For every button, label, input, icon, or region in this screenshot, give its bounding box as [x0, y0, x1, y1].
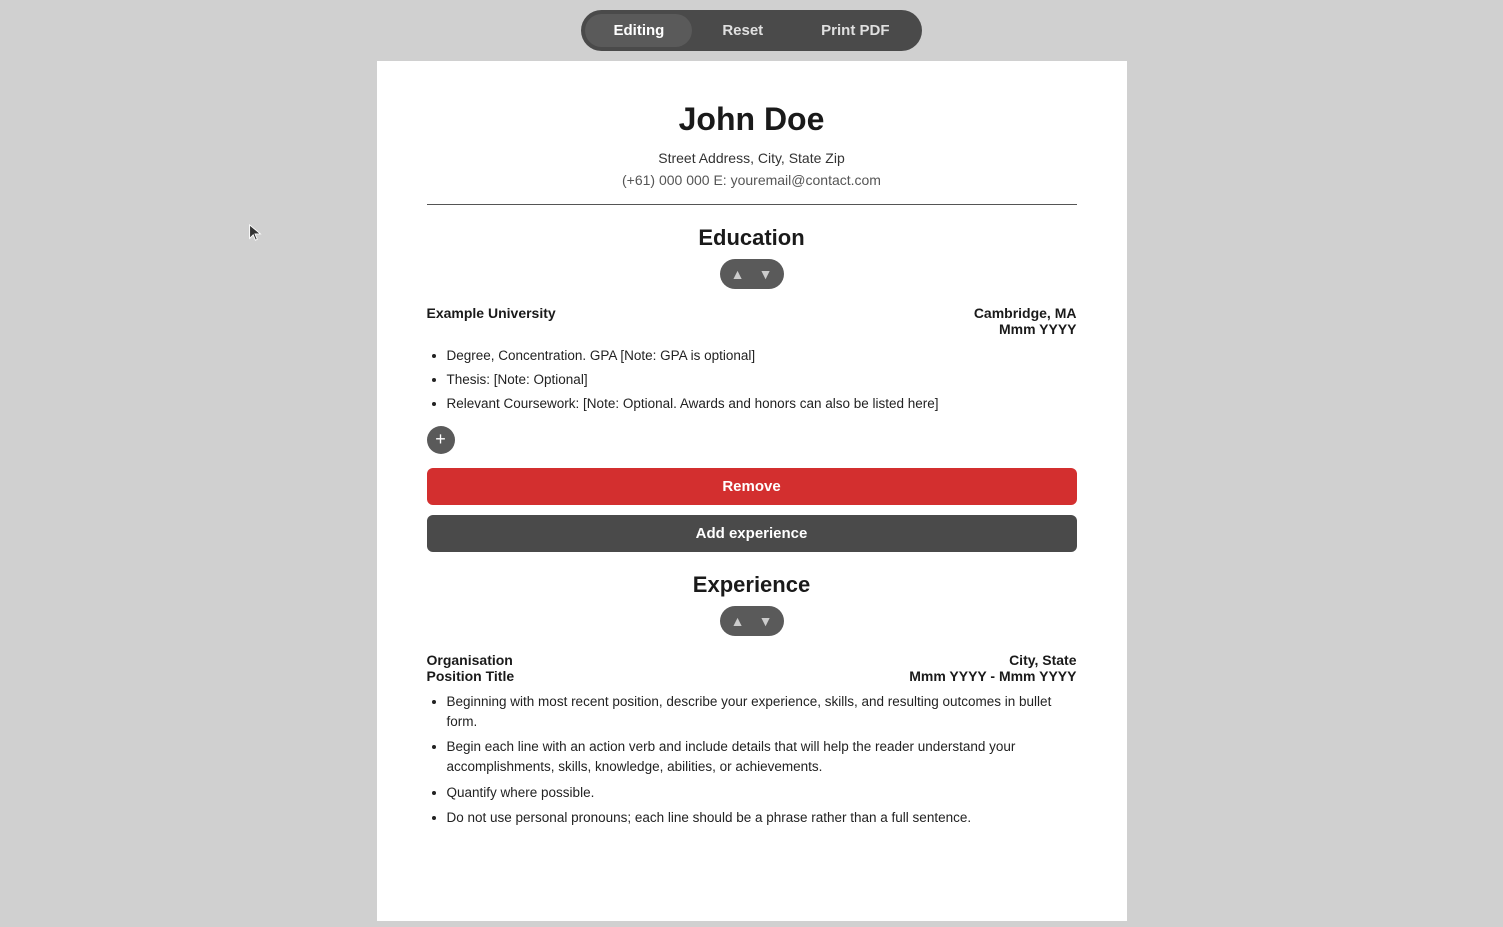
- experience-up-button[interactable]: ▲: [726, 609, 750, 633]
- education-up-button[interactable]: ▲: [726, 262, 750, 286]
- exp-bullet-4[interactable]: Do not use personal pronouns; each line …: [447, 808, 1077, 828]
- experience-controls: ▲ ▼: [427, 606, 1077, 636]
- toolbar: Editing Reset Print PDF: [0, 0, 1503, 61]
- education-bullets: Degree, Concentration. GPA [Note: GPA is…: [447, 347, 1077, 414]
- exp-bullet-1[interactable]: Beginning with most recent position, des…: [447, 692, 1077, 733]
- print-button[interactable]: Print PDF: [793, 14, 917, 47]
- experience-entry-row: Organisation Position Title City, State …: [427, 652, 1077, 684]
- experience-location[interactable]: City, State: [909, 652, 1076, 668]
- resume-divider: [427, 204, 1077, 205]
- education-dates[interactable]: Mmm YYYY: [999, 321, 1077, 337]
- experience-org-position: Organisation Position Title: [427, 652, 515, 684]
- education-controls: ▲ ▼: [427, 259, 1077, 289]
- education-arrow-group: ▲ ▼: [720, 259, 784, 289]
- education-institution[interactable]: Example University: [427, 305, 556, 321]
- experience-organization[interactable]: Organisation: [427, 652, 515, 668]
- add-bullet-button[interactable]: +: [427, 426, 455, 454]
- experience-bullets: Beginning with most recent position, des…: [447, 692, 1077, 829]
- experience-arrow-group: ▲ ▼: [720, 606, 784, 636]
- education-location[interactable]: Cambridge, MA: [974, 305, 1077, 321]
- edu-bullet-2[interactable]: Thesis: [Note: Optional]: [447, 371, 1077, 390]
- toolbar-group: Editing Reset Print PDF: [581, 10, 921, 51]
- experience-dates[interactable]: Mmm YYYY - Mmm YYYY: [909, 668, 1076, 684]
- resume-address[interactable]: Street Address, City, State Zip: [427, 150, 1077, 166]
- resume-contact[interactable]: (+61) 000 000 E: youremail@contact.com: [427, 172, 1077, 188]
- edu-bullet-3[interactable]: Relevant Coursework: [Note: Optional. Aw…: [447, 395, 1077, 414]
- education-down-button[interactable]: ▼: [754, 262, 778, 286]
- remove-button[interactable]: Remove: [427, 468, 1077, 505]
- experience-location-dates: City, State Mmm YYYY - Mmm YYYY: [909, 652, 1076, 684]
- reset-button[interactable]: Reset: [694, 14, 791, 47]
- editing-button[interactable]: Editing: [585, 14, 692, 47]
- exp-bullet-3[interactable]: Quantify where possible.: [447, 783, 1077, 803]
- exp-bullet-2[interactable]: Begin each line with an action verb and …: [447, 737, 1077, 778]
- resume-container: John Doe Street Address, City, State Zip…: [377, 61, 1127, 921]
- resume-name[interactable]: John Doe: [427, 101, 1077, 138]
- cursor-indicator: [248, 224, 262, 242]
- education-location-dates: Cambridge, MA Mmm YYYY: [974, 305, 1077, 337]
- add-experience-button[interactable]: Add experience: [427, 515, 1077, 552]
- education-section-title: Education: [427, 225, 1077, 251]
- experience-down-button[interactable]: ▼: [754, 609, 778, 633]
- experience-section-title: Experience: [427, 572, 1077, 598]
- edu-bullet-1[interactable]: Degree, Concentration. GPA [Note: GPA is…: [447, 347, 1077, 366]
- education-entry-row: Example University Cambridge, MA Mmm YYY…: [427, 305, 1077, 337]
- experience-position[interactable]: Position Title: [427, 668, 515, 684]
